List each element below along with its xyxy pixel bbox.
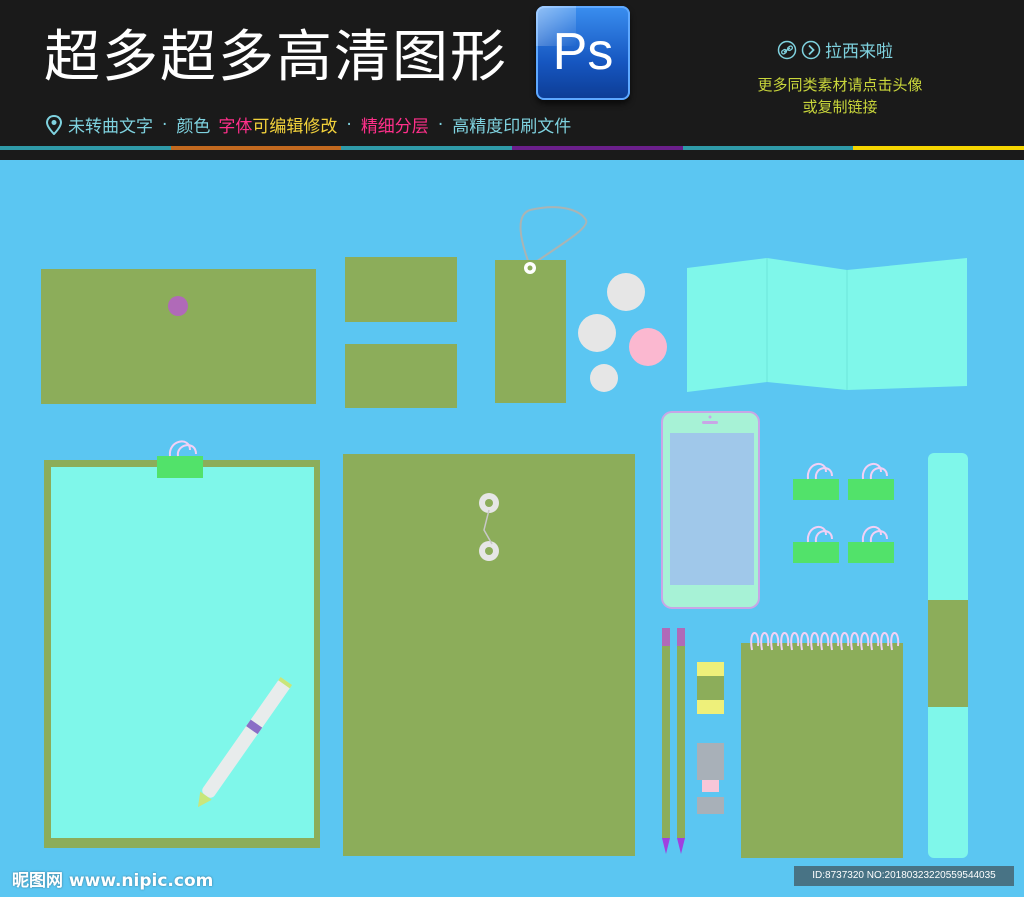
document-folder	[343, 454, 635, 856]
strip-segment	[682, 146, 854, 150]
nipic-watermark: 昵图网 www.nipic.com	[12, 871, 214, 891]
link-icon	[777, 40, 797, 59]
strip-segment	[0, 146, 171, 150]
hang-tag-string	[519, 206, 588, 267]
phone-screen	[670, 433, 754, 585]
pencil	[662, 628, 670, 854]
strip-segment	[341, 146, 513, 150]
color-strip	[0, 146, 1024, 150]
feature-5: 精细分层	[360, 117, 429, 137]
business-card-back	[345, 344, 457, 408]
location-pin-icon	[46, 114, 62, 135]
clipboard-paper	[51, 467, 314, 838]
chevron-right-circle-icon	[801, 40, 821, 59]
strip-segment	[170, 146, 342, 150]
hang-tag	[495, 260, 566, 403]
badge-pink	[629, 328, 667, 366]
promo-line-2: 或复制链接	[802, 98, 878, 116]
feature-6: 高精度印刷文件	[452, 117, 572, 137]
binder-clip	[157, 456, 203, 478]
spiral-notebook	[741, 643, 903, 858]
ps-logo-text: Ps	[552, 23, 614, 81]
headline: 超多超多高清图形	[44, 25, 508, 90]
roll-banner-band	[928, 600, 968, 707]
strip-segment	[512, 146, 683, 150]
strip-segment	[853, 146, 1024, 150]
feature-separator: ·	[162, 114, 168, 135]
feature-list: 未转曲文字 · 颜色 字体 可编辑修改 · 精细分层 · 高精度印刷文件	[46, 112, 571, 137]
feature-2: 颜色	[176, 117, 211, 137]
feature-1: 未转曲文字	[68, 117, 153, 137]
business-card-front	[345, 257, 457, 322]
badge	[578, 314, 616, 352]
pencil	[677, 628, 685, 854]
photoshop-logo-icon: Ps	[536, 6, 630, 100]
feature-separator: ·	[437, 114, 444, 135]
envelope	[41, 269, 316, 404]
feature-separator: ·	[346, 114, 352, 135]
envelope-seal	[168, 296, 188, 316]
image-id-watermark: ID:8737320 NO:20180323220559544035	[794, 866, 1014, 886]
badge	[607, 273, 645, 311]
header-banner: 超多超多高清图形 Ps 未转曲文字 · 颜色 字体 可编辑修改 · 精细分层 ·…	[0, 0, 1024, 160]
promo-line-1: 更多同类素材请点击头像	[757, 76, 923, 94]
promo-title[interactable]: 拉西来啦	[777, 37, 893, 62]
stationery-mockup-illustration	[41, 206, 968, 858]
folded-brochure	[687, 258, 967, 392]
promo-title-text: 拉西来啦	[825, 42, 893, 62]
feature-3: 字体	[218, 117, 253, 137]
feature-4: 可编辑修改	[252, 117, 338, 137]
usb-drive	[697, 743, 724, 780]
badge	[590, 364, 618, 392]
binder-clip-group	[793, 463, 894, 563]
